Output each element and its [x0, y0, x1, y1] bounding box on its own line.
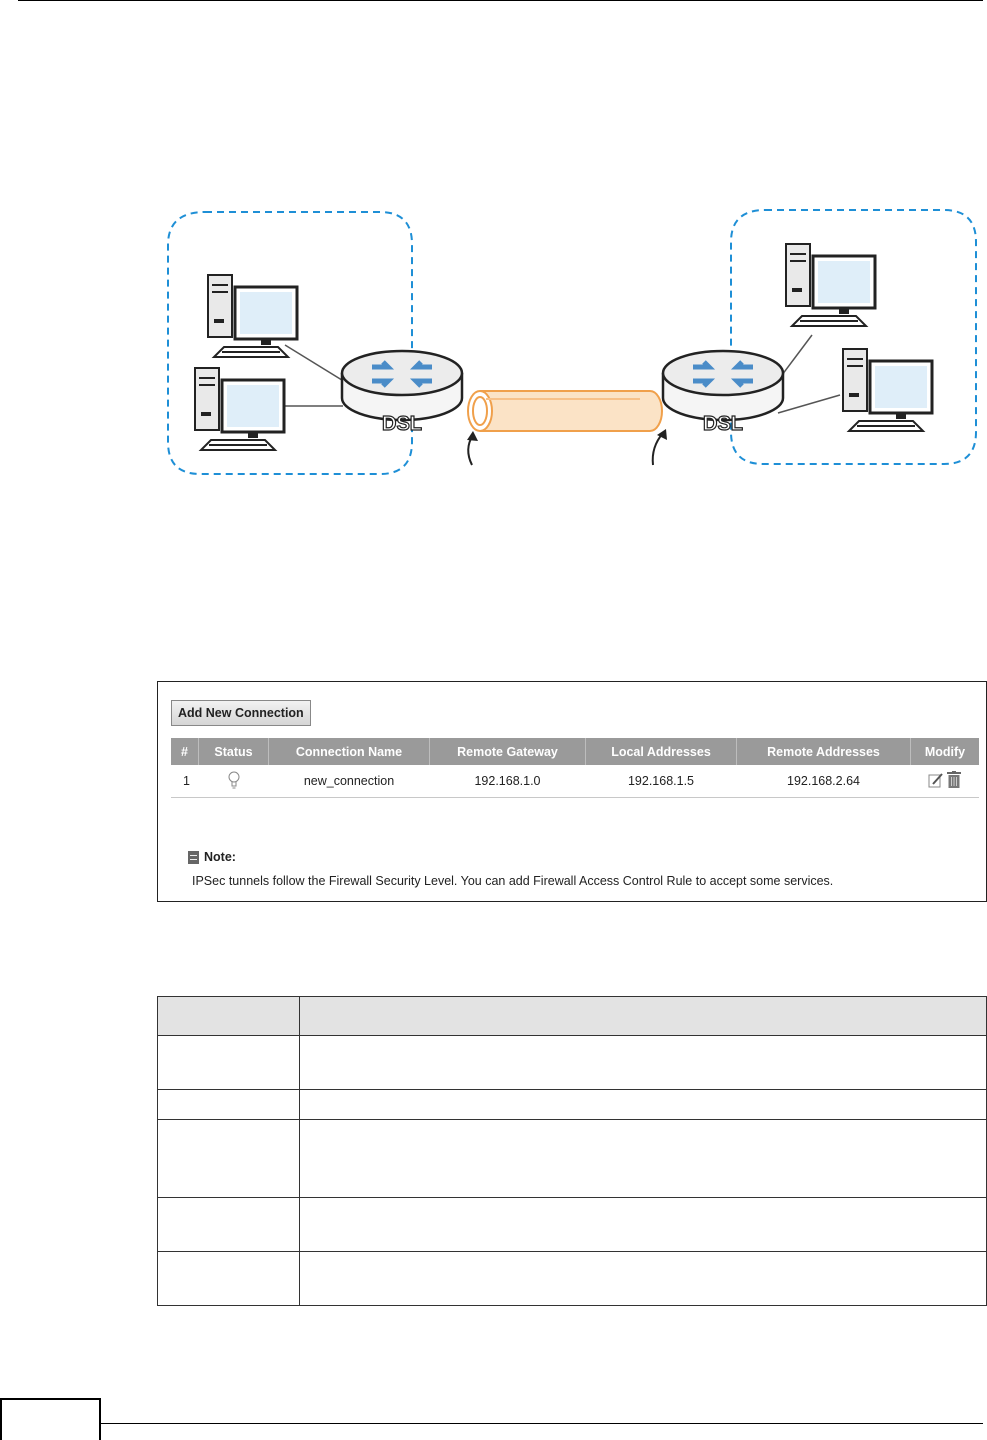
table-row: 1 new_connection 192.168.1.0 192.168.1.5…	[171, 765, 979, 798]
column-header-number: #	[171, 738, 199, 765]
edit-icon[interactable]	[928, 772, 944, 788]
router-icon: DSL	[663, 351, 783, 436]
page-number-box	[0, 1398, 101, 1440]
svg-text:DSL: DSL	[703, 413, 743, 435]
description-header-label	[157, 996, 300, 1036]
arrow-icon	[651, 432, 664, 466]
modify-cell	[910, 765, 979, 798]
add-new-connection-button[interactable]: Add New Connection	[171, 700, 311, 726]
svg-text:DSL: DSL	[382, 413, 422, 435]
row-number: 1	[171, 765, 199, 798]
table-row	[157, 1251, 987, 1306]
table-row	[157, 1197, 987, 1252]
remote-addresses-cell: 192.168.2.64	[736, 765, 911, 798]
column-header-remote-addresses: Remote Addresses	[736, 738, 911, 765]
column-header-status: Status	[198, 738, 269, 765]
description-header-description	[299, 996, 987, 1036]
connections-table: # Status Connection Name Remote Gateway …	[171, 738, 979, 798]
status-cell	[198, 765, 269, 798]
computer-icon	[841, 347, 934, 433]
note-icon	[188, 850, 199, 864]
remote-gateway-cell: 192.168.1.0	[429, 765, 586, 798]
vpn-tunnel	[467, 390, 663, 432]
computer-icon	[784, 242, 877, 328]
column-header-local-addresses: Local Addresses	[585, 738, 737, 765]
column-header-remote-gateway: Remote Gateway	[429, 738, 586, 765]
connection-name-cell: new_connection	[268, 765, 430, 798]
table-row	[157, 1119, 987, 1198]
local-addresses-cell: 192.168.1.5	[585, 765, 737, 798]
table-row	[157, 1089, 987, 1120]
table-row	[157, 1035, 987, 1090]
computer-icon	[193, 366, 286, 452]
description-table	[157, 996, 987, 1306]
vpn-connections-screen: Add New Connection # Status Connection N…	[157, 681, 987, 902]
note-text: IPSec tunnels follow the Firewall Securi…	[192, 874, 834, 888]
bulb-icon	[228, 771, 239, 788]
footer-rule	[101, 1423, 983, 1424]
router-icon: DSL	[342, 351, 462, 436]
column-header-modify: Modify	[910, 738, 979, 765]
column-header-connection-name: Connection Name	[268, 738, 430, 765]
left-lan-zone	[167, 211, 413, 475]
delete-icon[interactable]	[947, 771, 962, 788]
note-label: Note:	[204, 850, 236, 864]
vpn-network-diagram: DSL DSL	[167, 209, 977, 475]
note-heading: Note:	[188, 850, 236, 864]
header-rule	[18, 0, 983, 1]
computer-icon	[206, 273, 299, 359]
